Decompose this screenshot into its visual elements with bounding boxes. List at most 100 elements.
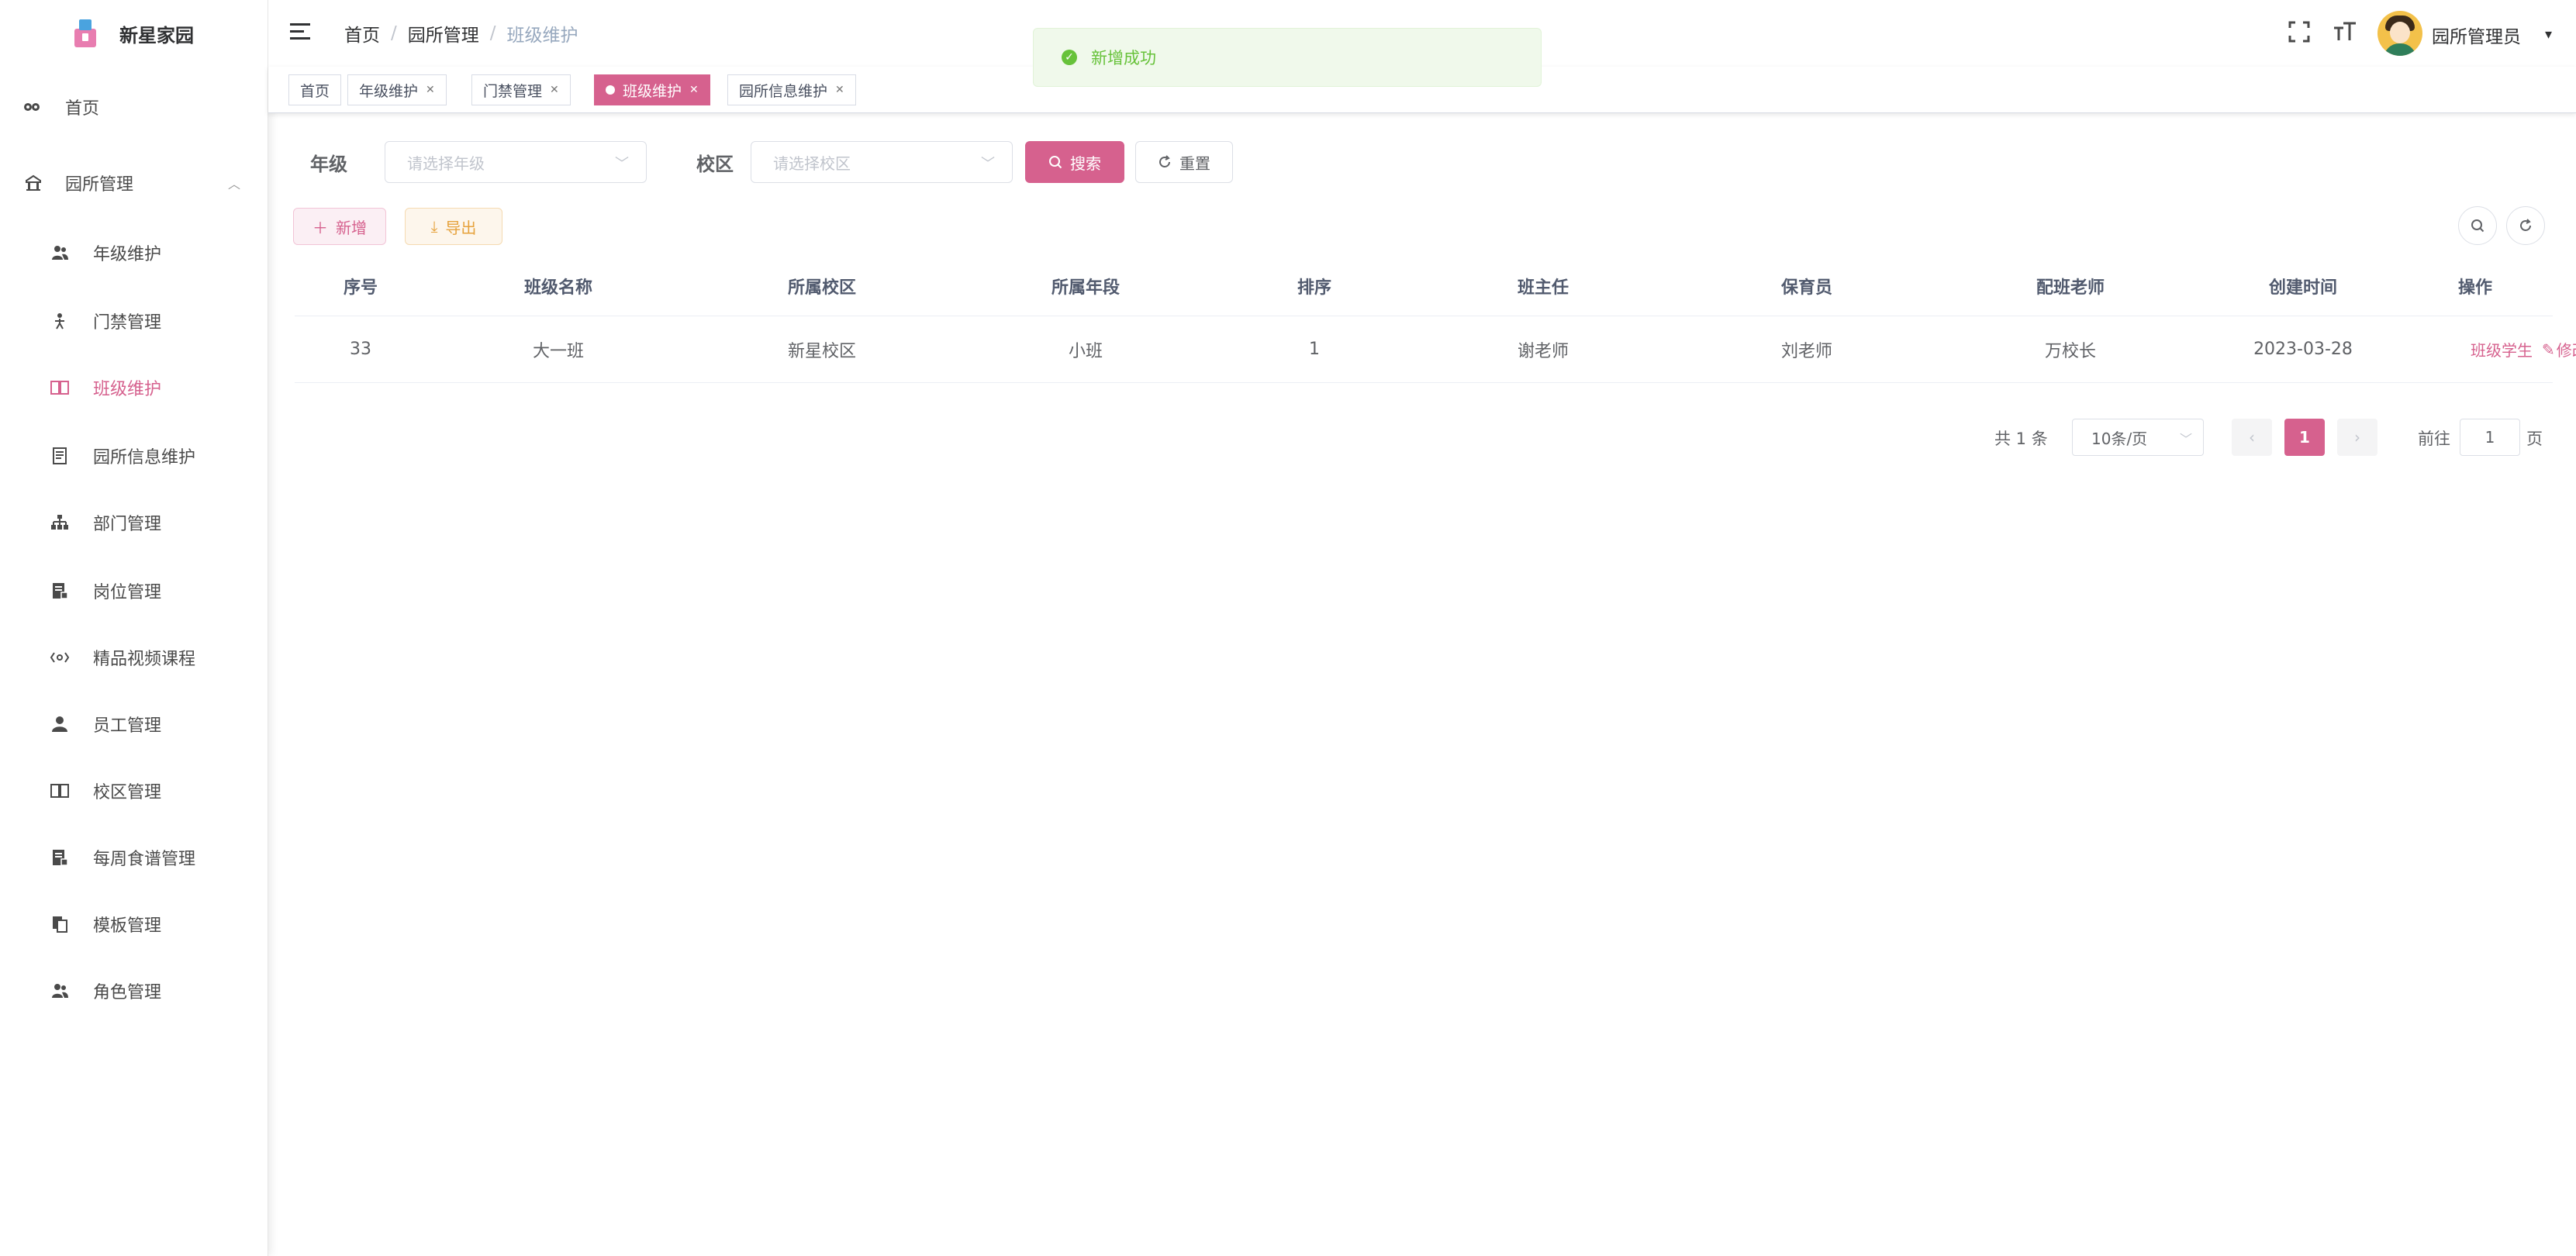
close-icon[interactable]: ✕ (689, 84, 699, 96)
avatar[interactable] (2377, 11, 2422, 56)
column-header: 班级名称 (523, 278, 592, 298)
table-row: 33 大一班 新星校区 小班 1 谢老师 刘老师 万校长 2023-03-28 … (295, 316, 2576, 383)
export-button-label: 导出 (445, 218, 477, 237)
next-page-button[interactable]: › (2337, 419, 2377, 456)
brand-logo[interactable]: 新星家园 (74, 16, 194, 51)
tag-access[interactable]: 门禁管理 ✕ (471, 74, 571, 105)
close-icon[interactable]: ✕ (835, 84, 844, 96)
close-icon[interactable]: ✕ (426, 84, 435, 96)
user-name[interactable]: 园所管理员 (2432, 22, 2521, 48)
refresh-table-button[interactable] (2506, 206, 2545, 245)
sidebar-item-garden-info[interactable]: 园所信息维护 (0, 434, 268, 478)
tag-garden-info[interactable]: 园所信息维护 ✕ (727, 74, 856, 105)
add-button-label: 新增 (336, 218, 367, 237)
sidebar-item-recipe[interactable]: 每周食谱管理 (0, 836, 268, 879)
tag-grade[interactable]: 年级维护 ✕ (347, 74, 447, 105)
sidebar-item-grade[interactable]: 年级维护 (0, 231, 268, 274)
sidebar-item-role[interactable]: 角色管理 (0, 969, 268, 1013)
column-header: 所属年段 (1051, 278, 1120, 298)
add-button[interactable]: ＋ 新增 (293, 208, 386, 245)
page-size-select[interactable]: 10条/页 ﹀ (2072, 419, 2204, 456)
sidebar-item-label: 每周食谱管理 (93, 850, 196, 869)
grade-select[interactable]: 请选择年级 ﹀ (385, 141, 647, 183)
table-cell: 1 (1309, 340, 1320, 359)
users-icon (50, 243, 70, 263)
active-dot-icon (606, 85, 615, 95)
sidebar-item-garden[interactable]: 园所管理 ︿ (0, 161, 268, 205)
refresh-icon (1159, 155, 1170, 167)
tree-icon (50, 512, 70, 533)
breadcrumb-separator: / (391, 23, 397, 43)
sidebar-item-template[interactable]: 模板管理 (0, 902, 268, 946)
column-header: 排序 (1297, 278, 1331, 298)
table-cell: 小班 (1068, 341, 1103, 361)
sidebar-item-access[interactable]: 门禁管理 (0, 299, 268, 343)
toggle-search-button[interactable] (2458, 206, 2497, 245)
dashboard-icon (22, 97, 42, 117)
sidebar-item-class[interactable]: 班级维护 (0, 366, 268, 409)
fullscreen-icon[interactable] (2288, 20, 2311, 50)
book-icon (50, 781, 70, 801)
tag-home[interactable]: 首页 (288, 74, 342, 105)
caret-down-icon[interactable]: ▾ (2545, 26, 2552, 43)
sidebar-item-video[interactable]: 精品视频课程 (0, 636, 268, 679)
app-root: 新星家园 首页 园所管理 ︿ 年级维护 门禁管理 班级维护 园所信息维护 部门管… (0, 0, 2576, 1256)
goto-label: 前往 (2418, 430, 2450, 448)
goto-page-input[interactable]: 1 (2460, 419, 2520, 456)
hamburger-icon[interactable] (290, 23, 310, 40)
sidebar-item-label: 园所管理 (65, 175, 134, 195)
column-header: 序号 (343, 278, 378, 298)
chevron-down-icon: ﹀ (2179, 432, 2192, 447)
chevron-down-icon: ﹀ (615, 156, 629, 172)
sidebar-item-label: 年级维护 (93, 245, 162, 264)
sidebar-item-home[interactable]: 首页 (0, 85, 268, 129)
breadcrumb: 首页 / 园所管理 / 班级维护 (344, 20, 578, 47)
sidebar-item-label: 员工管理 (93, 716, 162, 736)
breadcrumb-item[interactable]: 园所管理 (408, 20, 479, 47)
sidebar-item-department[interactable]: 部门管理 (0, 501, 268, 544)
sidebar-item-post[interactable]: 岗位管理 (0, 569, 268, 612)
search-button[interactable]: 搜索 (1025, 141, 1124, 183)
column-header: 创建时间 (2268, 278, 2337, 298)
brand-name: 新星家园 (119, 24, 194, 47)
campus-select[interactable]: 请选择校区 ﹀ (751, 141, 1013, 183)
refresh-icon (2520, 219, 2531, 231)
close-icon[interactable]: ✕ (550, 84, 559, 96)
success-message-text: 新增成功 (1091, 49, 1156, 67)
page-suffix: 页 (2526, 430, 2543, 448)
user-icon (50, 714, 70, 734)
column-header: 操作 (2457, 278, 2492, 298)
page-number-current[interactable]: 1 (2284, 419, 2325, 456)
table-cell: 谢老师 (1517, 341, 1569, 361)
reset-button-label: 重置 (1179, 154, 1210, 173)
grade-select-placeholder: 请选择年级 (407, 154, 485, 173)
tag-label: 门禁管理 (483, 82, 543, 100)
copy-icon (50, 914, 70, 934)
table-cell: 刘老师 (1780, 341, 1832, 361)
reset-button[interactable]: 重置 (1135, 141, 1233, 183)
users-icon (50, 981, 70, 1001)
font-size-icon[interactable] (2333, 20, 2357, 50)
tag-label: 首页 (300, 82, 330, 100)
table-cell: 大一班 (532, 341, 584, 361)
class-table: 序号 班级名称 所属校区 所属年段 排序 班主任 保育员 配班老师 创建时间 操… (295, 256, 2576, 383)
video-icon (50, 647, 70, 668)
tag-label: 年级维护 (359, 82, 419, 100)
edit-link[interactable]: 修改 (2557, 338, 2576, 361)
sidebar-item-label: 门禁管理 (93, 313, 162, 333)
edit-icon[interactable]: ✎ (2542, 340, 2555, 359)
sidebar-item-campus[interactable]: 校区管理 (0, 769, 268, 813)
grade-label: 年级 (310, 154, 347, 175)
tag-class[interactable]: 班级维护 ✕ (594, 74, 710, 105)
page-size-value: 10条/页 (2091, 429, 2148, 448)
success-message: ✓ 新增成功 (1033, 28, 1542, 87)
breadcrumb-item[interactable]: 首页 (344, 20, 380, 47)
person-icon (50, 311, 70, 331)
export-button[interactable]: ⤓ 导出 (405, 208, 502, 245)
row-actions: 班级学生 ✎修改 🗑删除 (2311, 316, 2576, 382)
class-students-link[interactable]: 班级学生 (2471, 338, 2533, 361)
prev-page-button[interactable]: ‹ (2232, 419, 2272, 456)
check-circle-icon: ✓ (1062, 50, 1077, 65)
sidebar-item-staff[interactable]: 员工管理 (0, 702, 268, 746)
sidebar-item-label: 精品视频课程 (93, 650, 196, 669)
